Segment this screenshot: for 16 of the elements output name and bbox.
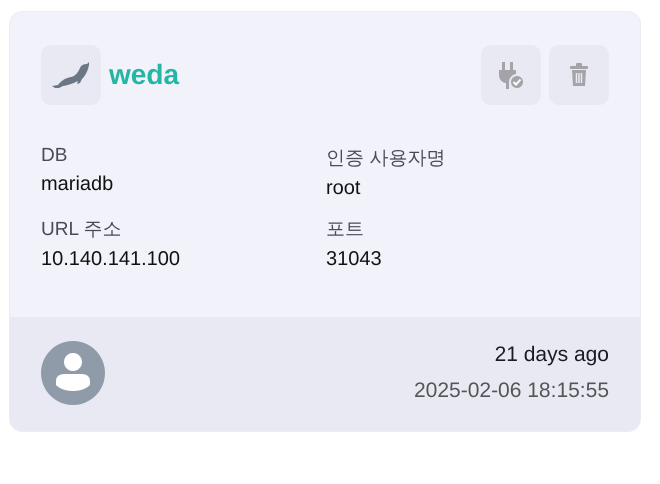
timestamp: 2025-02-06 18:15:55 <box>414 379 609 403</box>
trash-icon <box>569 63 589 87</box>
field-value: 10.140.141.100 <box>41 248 182 271</box>
connection-name: weda <box>109 59 180 91</box>
field-value: root <box>326 177 362 200</box>
field-label: 포트 <box>326 218 365 242</box>
field-label: URL 주소 <box>41 218 123 242</box>
field-value: mariadb <box>41 173 114 196</box>
field-value: 31043 <box>326 248 383 271</box>
field-label: 인증 사용자명 <box>326 147 446 171</box>
test-connection-button[interactable] <box>481 45 541 105</box>
field-label: DB <box>41 145 68 167</box>
delete-button[interactable] <box>549 45 609 105</box>
seal-icon <box>41 45 101 105</box>
relative-time: 21 days ago <box>494 343 609 367</box>
user-avatar-icon <box>41 341 105 405</box>
